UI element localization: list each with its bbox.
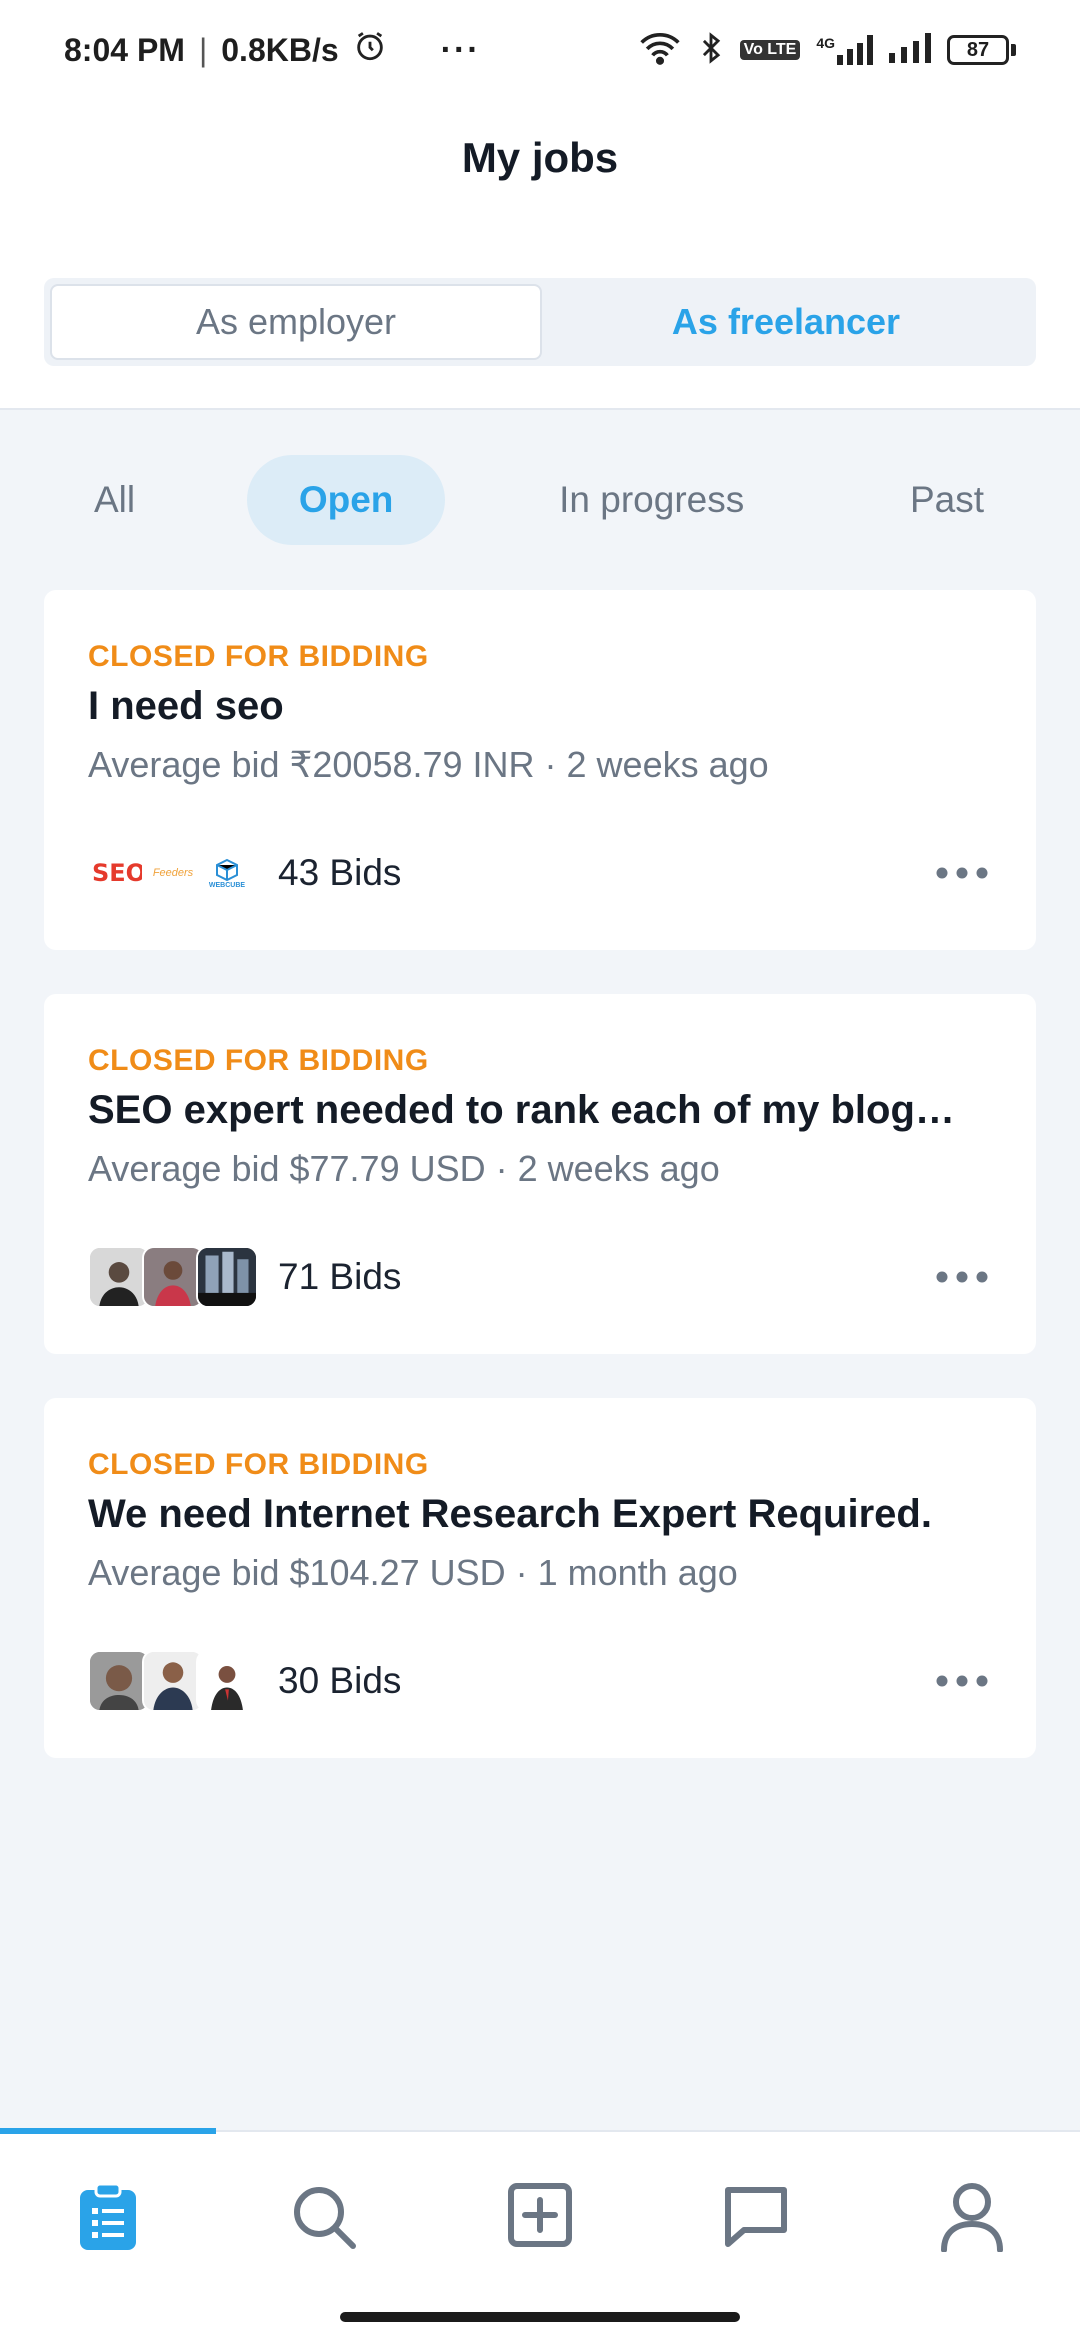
network-type: 4G	[816, 35, 835, 51]
segment-as-freelancer[interactable]: As freelancer	[542, 284, 1030, 360]
person-photo-icon	[198, 1652, 256, 1710]
bottom-nav-items	[0, 2182, 1080, 2252]
more-options-button[interactable]	[932, 848, 992, 898]
alarm-icon	[353, 29, 387, 71]
avatar: Feeders	[142, 842, 204, 904]
active-tab-indicator	[0, 2128, 216, 2134]
avatar	[142, 1650, 204, 1712]
job-meta: Average bid $77.79 USD · 2 weeks ago	[88, 1148, 720, 1189]
status-more: ···	[440, 30, 481, 69]
battery-level: 87	[947, 35, 1009, 65]
search-icon	[294, 2187, 356, 2249]
status-left: 8:04 PM | 0.8KB/s ···	[64, 29, 481, 71]
status-divider: |	[198, 31, 208, 68]
job-card[interactable]: CLOSED FOR BIDDING SEO expert needed to …	[44, 994, 1036, 1354]
job-status: CLOSED FOR BIDDING	[88, 640, 429, 673]
filter-in-progress[interactable]: In progress	[507, 455, 796, 545]
job-title: We need Internet Research Expert Require…	[88, 1492, 932, 1536]
more-icon	[936, 1271, 988, 1283]
battery-cap	[1011, 44, 1016, 56]
bluetooth-icon	[698, 31, 724, 70]
profile-icon	[941, 2183, 1003, 2252]
nav-search[interactable]	[216, 2182, 432, 2252]
avatar	[88, 1650, 150, 1712]
avatar	[142, 1246, 204, 1308]
person-photo-icon	[144, 1652, 202, 1710]
bottom-navigation	[0, 2128, 1080, 2340]
nav-profile[interactable]	[864, 2182, 1080, 2252]
job-meta: Average bid $104.27 USD · 1 month ago	[88, 1552, 738, 1593]
bidder-avatars	[88, 1650, 258, 1712]
role-segment-control: As employer As freelancer	[44, 278, 1036, 366]
person-photo-icon	[198, 1248, 256, 1306]
more-icon	[936, 1675, 988, 1687]
header: My jobs As employer As freelancer	[0, 100, 1080, 410]
battery-icon: 87	[947, 35, 1016, 65]
person-photo-icon	[144, 1248, 202, 1306]
job-title: I need seo	[88, 684, 284, 728]
bid-count: 43 Bids	[278, 852, 402, 893]
home-indicator[interactable]	[340, 2312, 740, 2322]
job-card[interactable]: CLOSED FOR BIDDING I need seo Average bi…	[44, 590, 1036, 950]
cube-logo-icon	[216, 858, 238, 881]
job-status: CLOSED FOR BIDDING	[88, 1448, 429, 1481]
post-project-icon	[508, 2183, 572, 2247]
avatar-label: SEO	[91, 859, 147, 887]
wifi-icon	[638, 31, 682, 70]
job-meta: Average bid ₹20058.79 INR · 2 weeks ago	[88, 744, 769, 785]
avatar-label: WEBCUBE	[208, 881, 246, 889]
person-photo-icon	[90, 1652, 148, 1710]
nav-messages[interactable]	[648, 2182, 864, 2252]
job-status: CLOSED FOR BIDDING	[88, 1044, 429, 1077]
job-title: SEO expert needed to rank each of my blo…	[88, 1088, 955, 1132]
page-title: My jobs	[461, 134, 619, 181]
bid-count: 30 Bids	[278, 1660, 402, 1701]
status-speed: 0.8KB/s	[221, 31, 339, 68]
status-time: 8:04 PM	[64, 31, 185, 68]
segment-as-employer[interactable]: As employer	[50, 284, 542, 360]
avatar-label: Feeders	[152, 867, 194, 879]
nav-my-jobs[interactable]	[0, 2182, 216, 2252]
job-filter-tabs: All Open In progress Past	[44, 455, 1036, 545]
my-jobs-icon	[80, 2182, 136, 2250]
filter-past[interactable]: Past	[858, 455, 1036, 545]
avatar: WEBCUBE	[196, 842, 258, 904]
volte-badge: Vo LTE	[739, 40, 801, 60]
avatar	[196, 1246, 258, 1308]
person-photo-icon	[90, 1248, 148, 1306]
avatar	[88, 1246, 150, 1308]
more-options-button[interactable]	[932, 1252, 992, 1302]
status-right: Vo LTE 4G 87	[638, 31, 1016, 70]
bidder-avatars	[88, 1246, 258, 1308]
filter-all[interactable]: All	[44, 455, 185, 545]
signal-icon: 4G	[816, 35, 873, 65]
avatar	[196, 1650, 258, 1712]
more-icon	[936, 867, 988, 879]
avatar: SEO	[88, 842, 150, 904]
messages-icon	[725, 2187, 787, 2247]
bidder-avatars: SEO Feeders WEBCUBE	[88, 842, 258, 904]
signal-icon-2	[889, 32, 931, 68]
job-card[interactable]: CLOSED FOR BIDDING We need Internet Rese…	[44, 1398, 1036, 1758]
nav-post-project[interactable]	[432, 2182, 648, 2252]
filter-open[interactable]: Open	[246, 455, 446, 545]
more-options-button[interactable]	[932, 1656, 992, 1706]
bid-count: 71 Bids	[278, 1256, 402, 1297]
status-bar: 8:04 PM | 0.8KB/s ··· Vo LTE 4G 87	[0, 0, 1080, 100]
